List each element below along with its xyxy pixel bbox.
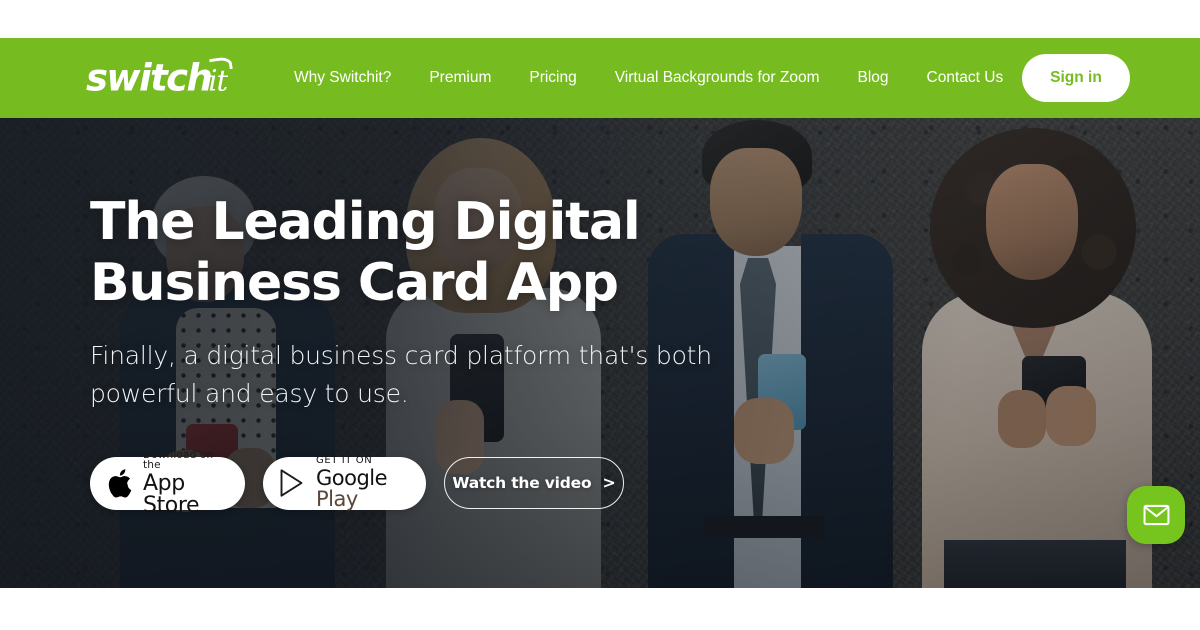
top-white-strip — [0, 0, 1200, 38]
apple-icon — [108, 469, 132, 498]
hero-headline-line-2: Business Card App — [90, 253, 619, 314]
watch-the-video-label: Watch the video — [452, 474, 592, 493]
google-play-big-label: Google Play — [316, 468, 411, 510]
hero-section: The Leading Digital Business Card App Fi… — [0, 118, 1200, 588]
hero-content: The Leading Digital Business Card App Fi… — [90, 192, 770, 516]
hero-subheadline-line-1: Finally, a digital business card platfor… — [90, 340, 712, 370]
app-store-big-label: App Store — [143, 470, 200, 518]
nav-item-pricing[interactable]: Pricing — [529, 63, 576, 93]
chat-widget-button[interactable] — [1127, 486, 1185, 544]
nav-item-premium[interactable]: Premium — [429, 63, 491, 93]
bottom-white-strip — [0, 588, 1200, 630]
main-navbar: switch it Why Switchit? Premium Pricing … — [0, 38, 1200, 118]
switchit-logo[interactable]: switch it — [86, 56, 233, 100]
landing-page: switch it Why Switchit? Premium Pricing … — [0, 0, 1200, 630]
hero-cta-row: Download on the App Store GET IT ON Goog… — [90, 449, 770, 516]
watch-the-video-button[interactable]: Watch the video > — [444, 457, 624, 510]
logo-wordmark-text: switch — [86, 56, 213, 100]
envelope-icon — [1143, 504, 1169, 526]
hero-subheadline-line-2: powerful and easy to use. — [90, 378, 409, 408]
app-store-badge-text: Download on the App Store — [143, 448, 228, 518]
nav-links: Why Switchit? Premium Pricing Virtual Ba… — [294, 63, 1003, 93]
sign-in-button[interactable]: Sign in — [1022, 54, 1130, 102]
app-store-badge[interactable]: Download on the App Store — [90, 449, 245, 516]
google-play-icon — [280, 469, 303, 497]
chevron-right-icon: > — [602, 473, 616, 493]
nav-item-virtual-backgrounds[interactable]: Virtual Backgrounds for Zoom — [615, 63, 820, 93]
nav-item-why-switchit[interactable]: Why Switchit? — [294, 63, 391, 93]
app-store-small-label: Download on the — [143, 448, 214, 472]
nav-item-blog[interactable]: Blog — [858, 63, 889, 93]
google-play-small-label: GET IT ON — [316, 455, 373, 467]
hero-headline-line-1: The Leading Digital — [90, 192, 641, 252]
nav-item-contact-us[interactable]: Contact Us — [927, 63, 1004, 93]
logo-swoosh-icon — [209, 56, 233, 72]
google-play-badge[interactable]: GET IT ON Google Play — [263, 456, 426, 510]
google-play-word-play: Play — [316, 487, 358, 512]
logo-script-text: it — [208, 56, 233, 96]
hero-headline: The Leading Digital Business Card App — [90, 192, 770, 315]
google-play-badge-text: GET IT ON Google Play — [316, 456, 411, 510]
hero-subheadline: Finally, a digital business card platfor… — [90, 337, 730, 413]
